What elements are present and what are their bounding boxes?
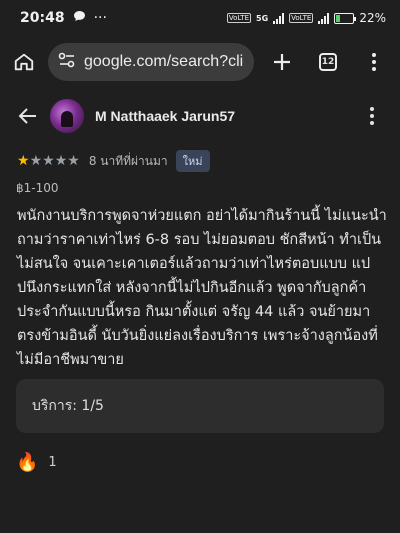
home-button[interactable] — [10, 48, 38, 76]
service-rating-card: บริการ: 1/5 — [16, 379, 384, 433]
battery-icon — [334, 12, 357, 24]
arrow-back-icon — [18, 108, 36, 124]
browser-toolbar: google.com/search?client 12 — [0, 36, 400, 88]
tab-count[interactable]: 12 — [319, 53, 337, 71]
url-text[interactable]: google.com/search?client — [84, 53, 244, 71]
address-bar[interactable]: google.com/search?client — [48, 43, 254, 81]
star-empty-icon: ★ — [29, 153, 43, 169]
chat-bubble-icon — [73, 10, 86, 26]
star-empty-icon: ★ — [42, 153, 55, 169]
star-empty-icon: ★ — [67, 153, 80, 169]
status-bar: 20:48 ··· VoLTE 5G VoLTE 22% — [0, 0, 400, 36]
home-icon — [14, 53, 34, 71]
site-settings-icon[interactable] — [58, 52, 76, 72]
rating-row: ★★★★★ 8 นาทีที่ผ่านมา ใหม่ — [17, 150, 210, 172]
reaction-row[interactable]: 🔥 1 — [16, 452, 57, 473]
browser-menu-button[interactable] — [360, 48, 388, 76]
star-filled-icon: ★ — [17, 153, 30, 169]
volte-icon: VoLTE — [226, 13, 252, 23]
star-empty-icon: ★ — [54, 153, 68, 169]
notification-dots: ··· — [93, 10, 107, 26]
reviewer-name[interactable]: M Natthaaek Jarun57 — [95, 108, 235, 124]
review-header: M Natthaaek Jarun57 — [0, 94, 400, 140]
status-time: 20:48 — [20, 10, 65, 26]
plus-icon — [274, 54, 290, 70]
reaction-count: 1 — [48, 455, 57, 470]
battery-level: 22% — [359, 11, 386, 25]
fire-icon[interactable]: 🔥 — [16, 452, 38, 473]
price-range: ฿1-100 — [16, 181, 59, 195]
status-left: 20:48 ··· — [20, 10, 107, 26]
review-text: พนักงานบริการพูดจาห่วยแตก อย่าได้มากินร้… — [17, 208, 387, 368]
review-options-button[interactable] — [360, 102, 384, 130]
avatar[interactable] — [50, 99, 84, 133]
more-vert-icon — [370, 107, 374, 125]
signal-icon — [273, 12, 285, 24]
new-badge: ใหม่ — [175, 150, 210, 172]
status-right: VoLTE 5G VoLTE 22% — [226, 11, 386, 25]
star-rating: ★★★★★ — [17, 153, 80, 169]
tab-switcher-button[interactable]: 12 — [314, 48, 342, 76]
volte-icon-2: VoLTE — [289, 13, 314, 23]
review-time: 8 นาทีที่ผ่านมา — [88, 153, 168, 168]
more-vert-icon — [372, 53, 376, 71]
new-tab-button[interactable] — [268, 48, 296, 76]
back-button[interactable] — [14, 102, 42, 130]
network-label: 5G — [256, 13, 269, 23]
service-rating: บริการ: 1/5 — [32, 398, 104, 414]
signal-icon-2 — [318, 12, 330, 24]
